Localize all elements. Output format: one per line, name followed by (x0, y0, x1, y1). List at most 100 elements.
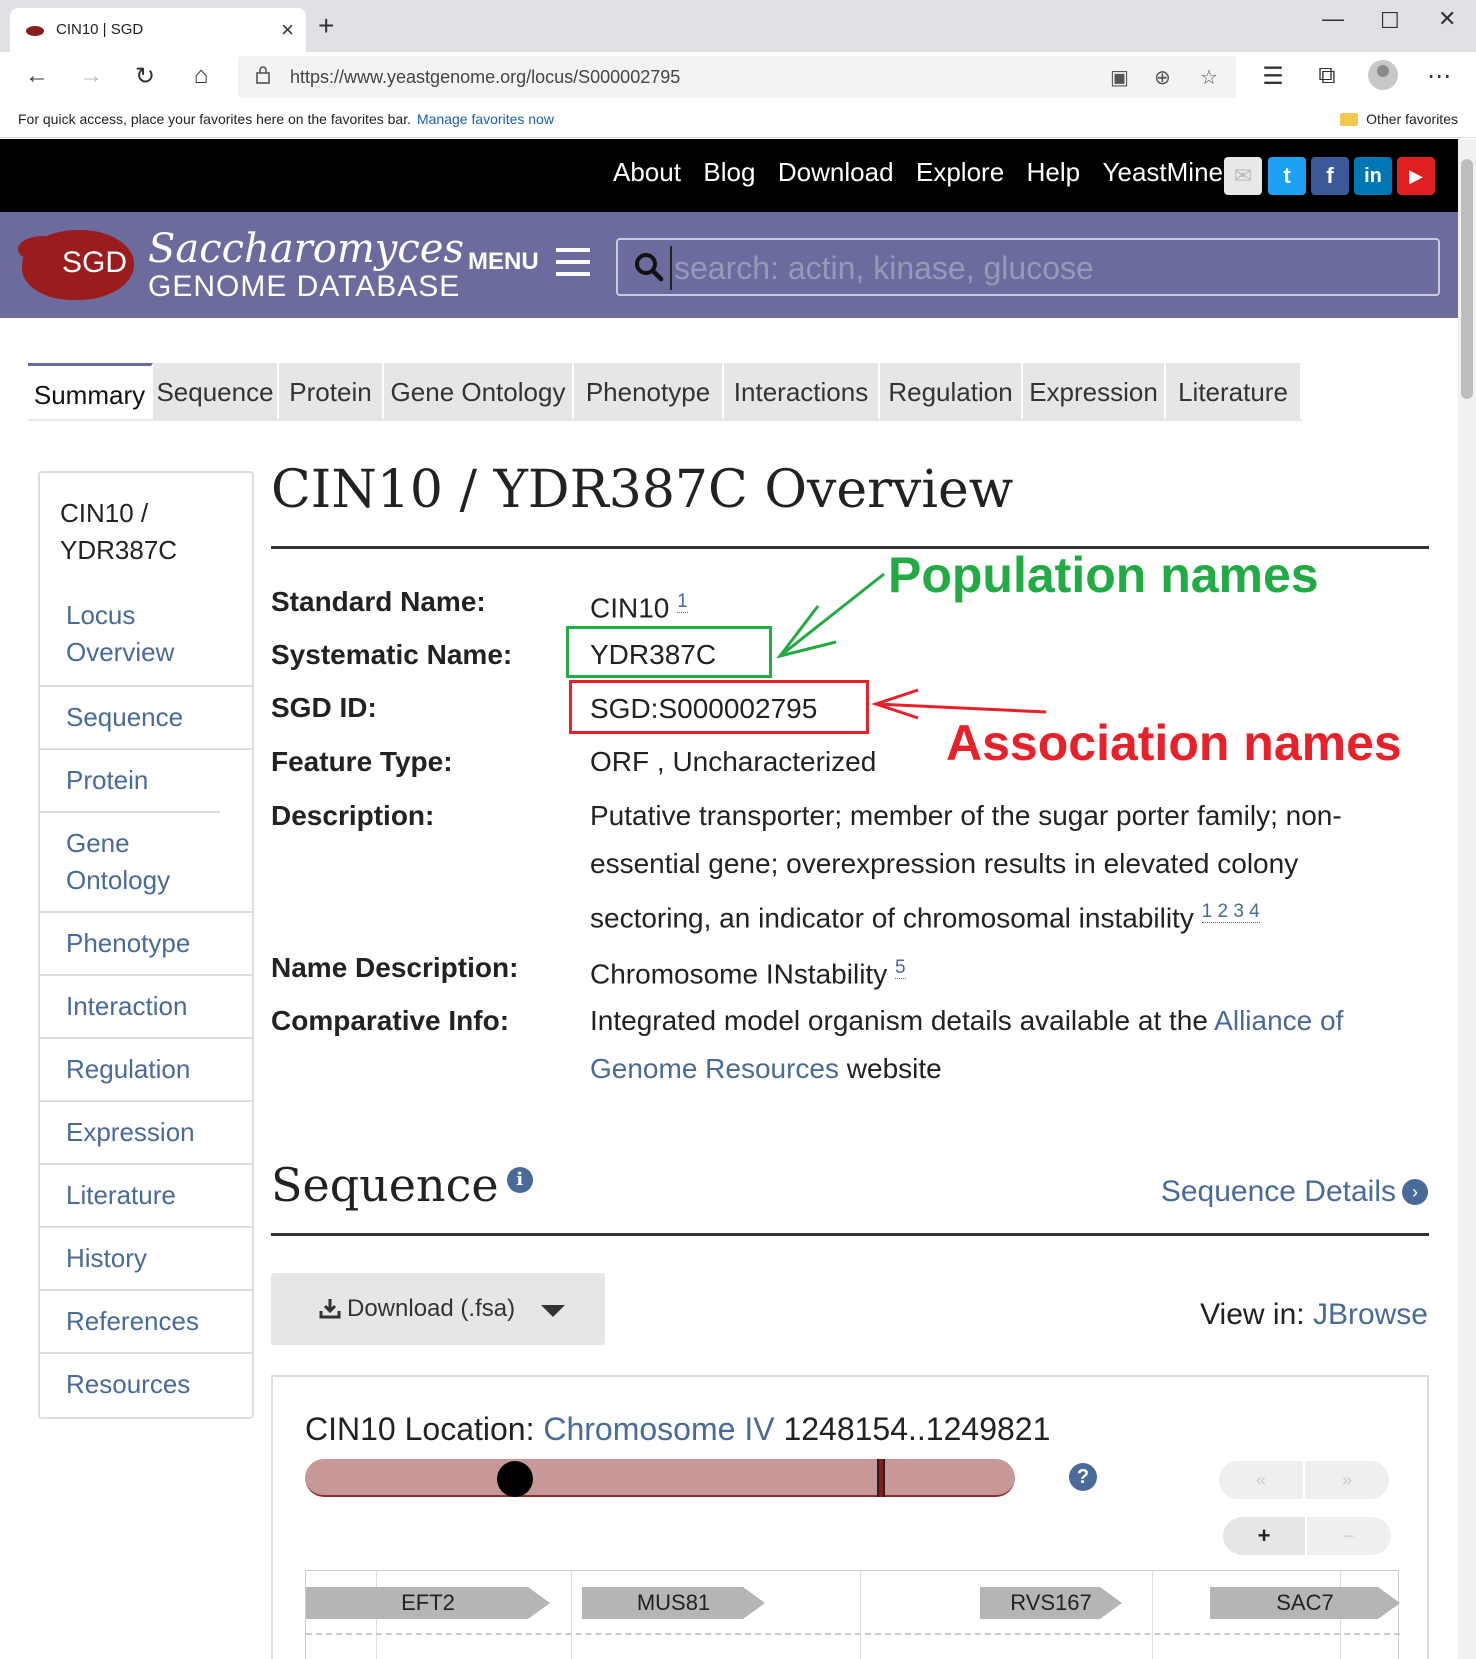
sidenav-literature[interactable]: Literature (40, 1163, 252, 1226)
more-menu-icon[interactable]: ⋯ (1424, 62, 1454, 91)
population-highlight-box (566, 626, 772, 678)
gene-track: EFT2 MUS81 RVS167 SAC7 (305, 1570, 1400, 1659)
zoom-icon[interactable]: ⊕ (1154, 65, 1171, 90)
top-links: About Blog Download Explore Help YeastMi… (595, 157, 1223, 188)
description-label: Description: (271, 800, 435, 831)
tab-regulation[interactable]: Regulation (880, 363, 1023, 421)
search-input[interactable] (670, 246, 1410, 290)
scrollbar-thumb[interactable] (1461, 159, 1473, 399)
scroll-left-button[interactable]: « (1219, 1461, 1303, 1499)
maximize-icon[interactable]: ☐ (1380, 8, 1400, 34)
sidenav-protein[interactable]: Protein (40, 748, 252, 811)
gene-rvs167[interactable]: RVS167 (980, 1587, 1122, 1619)
download-label: Download (.fsa) (347, 1295, 516, 1322)
sidenav-label: Protein (66, 765, 149, 795)
logo-abbr: SGD (62, 246, 128, 279)
tab-phenotype[interactable]: Phenotype (574, 363, 724, 421)
tab-sequence[interactable]: Sequence (153, 363, 279, 421)
track-dashed-line (306, 1633, 1400, 1635)
centromere-marker (497, 1461, 533, 1497)
manage-favorites-link[interactable]: Manage favorites now (417, 111, 554, 127)
close-tab-icon[interactable]: × (281, 17, 294, 43)
ref-link[interactable]: 1 (677, 591, 688, 613)
jbrowse-link[interactable]: JBrowse (1313, 1298, 1428, 1331)
minimize-icon[interactable]: — (1322, 6, 1344, 32)
home-icon[interactable]: ⌂ (186, 62, 216, 90)
favorites-message-text: For quick access, place your favorites h… (18, 111, 411, 127)
sidenav-locus-overview[interactable]: Locus Overview (40, 585, 220, 685)
standard-name-label: Standard Name: (271, 586, 486, 617)
favorites-list-icon[interactable]: ☰ (1258, 62, 1288, 91)
zoom-out-button[interactable]: − (1307, 1517, 1391, 1555)
facebook-icon[interactable]: f (1311, 157, 1349, 195)
sidenav-gene-ontology[interactable]: Gene Ontology (40, 811, 220, 911)
twitter-icon[interactable]: t (1268, 157, 1306, 195)
profile-avatar[interactable] (1368, 60, 1398, 90)
new-tab-icon[interactable]: + (318, 10, 334, 42)
ref-link[interactable]: 5 (894, 957, 906, 979)
name-description-label: Name Description: (271, 952, 519, 983)
forward-icon[interactable]: → (76, 62, 106, 90)
download-fsa-button[interactable]: Download (.fsa) (271, 1273, 605, 1345)
ref-links[interactable]: 1 2 3 4 (1201, 901, 1260, 923)
sidenav-resources[interactable]: Resources (40, 1352, 252, 1417)
page-scrollbar[interactable] (1458, 139, 1476, 1659)
read-aloud-icon[interactable]: ▣ (1110, 65, 1129, 90)
sidenav-label: Locus Overview (66, 600, 175, 667)
sidenav-regulation[interactable]: Regulation (40, 1037, 252, 1100)
side-nav-header: CIN10 / YDR387C (60, 498, 178, 565)
favorite-star-icon[interactable]: ☆ (1200, 65, 1218, 90)
comparative-info-value: Integrated model organism details availa… (590, 997, 1410, 1093)
sidenav-sequence[interactable]: Sequence (40, 685, 252, 748)
zoom-in-button[interactable]: + (1223, 1517, 1305, 1555)
scroll-right-button[interactable]: » (1305, 1461, 1389, 1499)
sidenav-phenotype[interactable]: Phenotype (40, 911, 252, 974)
browser-tab-strip: CIN10 | SGD × + — ☐ ✕ (0, 0, 1476, 52)
youtube-icon[interactable]: ▶ (1397, 157, 1435, 195)
linkedin-icon[interactable]: in (1354, 157, 1392, 195)
nav-link-download[interactable]: Download (778, 157, 894, 187)
gene-eft2[interactable]: EFT2 (306, 1587, 550, 1619)
tab-expression[interactable]: Expression (1023, 363, 1166, 421)
nav-link-yeastmine[interactable]: YeastMine (1103, 157, 1223, 187)
sidenav-references[interactable]: References (40, 1289, 252, 1352)
comparative-info-label: Comparative Info: (271, 1005, 510, 1036)
info-icon[interactable]: i (506, 1167, 533, 1193)
nav-link-blog[interactable]: Blog (703, 157, 755, 187)
menu-button[interactable]: MENU (468, 248, 539, 276)
chromosome-bar[interactable] (305, 1459, 1015, 1497)
gene-sac7[interactable]: SAC7 (1210, 1587, 1400, 1619)
nav-link-about[interactable]: About (613, 157, 681, 187)
sequence-details-link[interactable]: Sequence Details › (1161, 1175, 1428, 1209)
chromosome-link[interactable]: Chromosome IV (543, 1411, 774, 1447)
sidenav-history[interactable]: History (40, 1226, 252, 1289)
sidenav-interaction[interactable]: Interaction (40, 974, 252, 1037)
help-icon[interactable]: ? (1069, 1463, 1097, 1491)
lock-icon (256, 66, 270, 84)
side-nav: CIN10 / YDR387C Locus Overview Sequence … (38, 471, 254, 1419)
tab-gene-ontology[interactable]: Gene Ontology (384, 363, 574, 421)
nav-link-help[interactable]: Help (1027, 157, 1080, 187)
tab-interactions[interactable]: Interactions (724, 363, 880, 421)
sequence-title: Sequence (271, 1158, 499, 1212)
sidenav-label: Phenotype (66, 928, 191, 958)
gene-mus81[interactable]: MUS81 (582, 1587, 765, 1619)
tab-protein[interactable]: Protein (279, 363, 384, 421)
sequence-heading: Sequence i (271, 1158, 533, 1212)
sidenav-expression[interactable]: Expression (40, 1100, 252, 1163)
other-favorites[interactable]: Other favorites (1340, 111, 1458, 127)
sgd-id-label: SGD ID: (271, 692, 377, 723)
tab-literature[interactable]: Literature (1166, 363, 1302, 421)
tabs-shadow (28, 419, 1302, 422)
window-close-icon[interactable]: ✕ (1438, 6, 1456, 32)
hamburger-icon[interactable] (556, 248, 590, 276)
tab-summary[interactable]: Summary (28, 363, 153, 421)
back-icon[interactable]: ← (22, 62, 52, 90)
nav-link-explore[interactable]: Explore (916, 157, 1004, 187)
collections-icon[interactable]: ⧉ (1312, 62, 1342, 90)
refresh-icon[interactable]: ↻ (130, 62, 160, 91)
description-value: Putative transporter; member of the suga… (590, 792, 1410, 942)
browser-tab[interactable]: CIN10 | SGD × (10, 8, 306, 52)
address-bar[interactable]: https://www.yeastgenome.org/locus/S00000… (238, 56, 1236, 98)
email-icon[interactable]: ✉ (1224, 157, 1262, 195)
